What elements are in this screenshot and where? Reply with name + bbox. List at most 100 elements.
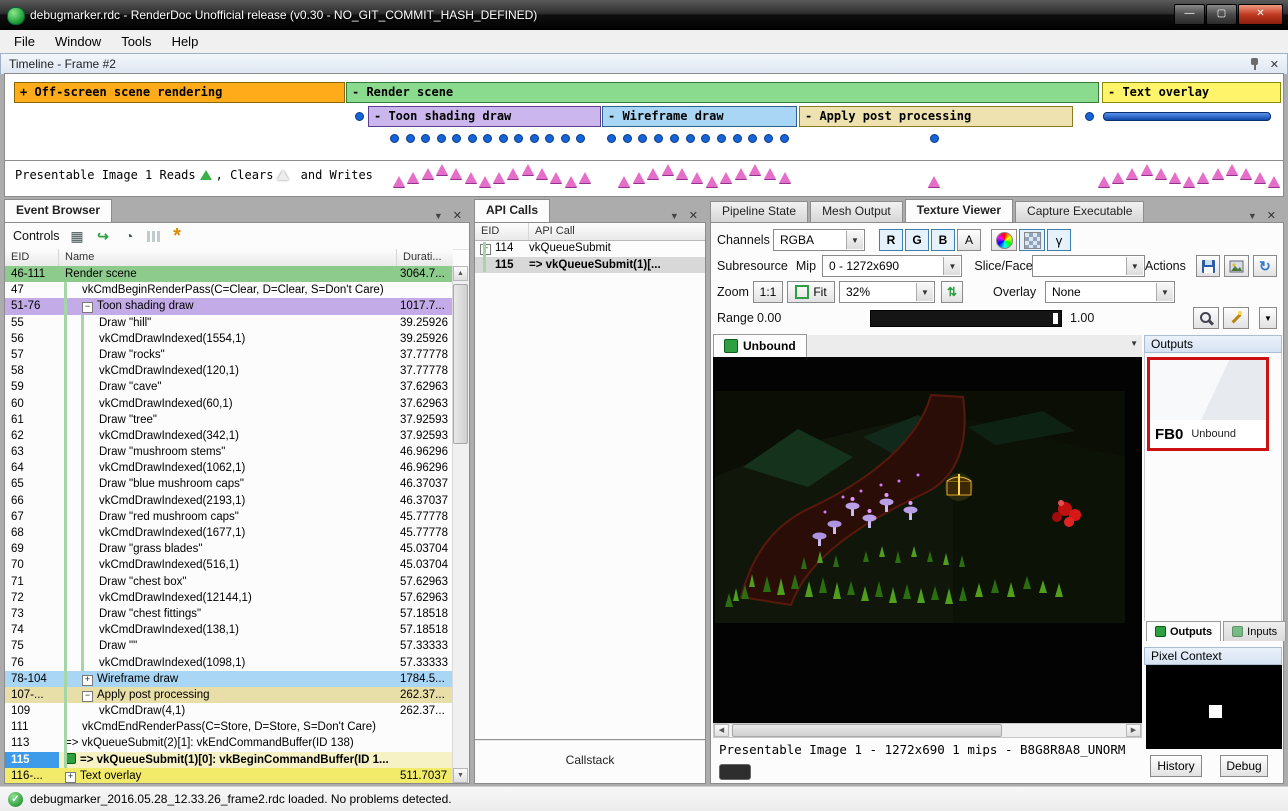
- dock-menu-icon[interactable]: ▼: [1248, 211, 1257, 221]
- draw-call-dot[interactable]: [930, 134, 939, 143]
- close-icon[interactable]: ✕: [1270, 58, 1279, 71]
- draw-call-dot[interactable]: [545, 134, 554, 143]
- column-eid[interactable]: EID: [475, 223, 529, 240]
- draw-call-dot[interactable]: [1085, 112, 1094, 121]
- event-row[interactable]: 76vkCmdDrawIndexed(1098,1)57.33333: [5, 655, 453, 671]
- event-row[interactable]: 113=> vkQueueSubmit(2)[1]: vkEndCommandB…: [5, 735, 453, 751]
- tab-unbound-texture[interactable]: Unbound: [713, 334, 807, 357]
- api-calls-column-headers[interactable]: EID API Call: [475, 223, 705, 241]
- timeline-subpass-bar[interactable]: - Wireframe draw: [602, 106, 797, 127]
- draw-call-dot[interactable]: [701, 134, 710, 143]
- timeline-header[interactable]: Timeline - Frame #2 ✕: [0, 53, 1288, 75]
- event-row[interactable]: 62vkCmdDrawIndexed(342,1)37.92593: [5, 428, 453, 444]
- event-row[interactable]: 107-...−Apply post processing262.37...: [5, 687, 453, 703]
- tab-outputs[interactable]: Outputs: [1146, 621, 1221, 641]
- event-row[interactable]: 51-76−Toon shading draw1017.7...: [5, 298, 453, 314]
- timeline-pass-bar[interactable]: + Off-screen scene rendering: [14, 82, 345, 103]
- event-row[interactable]: 78-104+Wireframe draw1784.5...: [5, 671, 453, 687]
- scroll-up-icon[interactable]: ▲: [453, 266, 468, 281]
- zoom-fit-button[interactable]: Fit: [787, 281, 835, 303]
- event-row[interactable]: 70vkCmdDrawIndexed(516,1)45.03704: [5, 557, 453, 573]
- event-row[interactable]: 60vkCmdDrawIndexed(60,1)37.62963: [5, 396, 453, 412]
- close-button[interactable]: ✕: [1238, 4, 1283, 25]
- menu-window[interactable]: Window: [45, 31, 111, 52]
- event-row[interactable]: 109vkCmdDraw(4,1)262.37...: [5, 703, 453, 719]
- column-duration[interactable]: Durati...: [397, 249, 453, 266]
- callstack-section[interactable]: Callstack: [475, 739, 705, 783]
- expander-icon[interactable]: −: [82, 302, 93, 313]
- texture-list-dropdown-icon[interactable]: ▼: [1130, 339, 1138, 348]
- draw-call-dot[interactable]: [733, 134, 742, 143]
- close-icon[interactable]: ✕: [453, 209, 462, 222]
- draw-call-dot[interactable]: [764, 134, 773, 143]
- event-row[interactable]: 73Draw "chest fittings"57.18518: [5, 606, 453, 622]
- menu-tools[interactable]: Tools: [111, 31, 161, 52]
- event-row[interactable]: 68vkCmdDrawIndexed(1677,1)45.77778: [5, 525, 453, 541]
- expander-icon[interactable]: −: [82, 691, 93, 702]
- draw-call-dot[interactable]: [468, 134, 477, 143]
- tab-event-browser[interactable]: Event Browser: [4, 199, 112, 222]
- draw-call-dot[interactable]: [514, 134, 523, 143]
- event-row[interactable]: 72vkCmdDrawIndexed(12144,1)57.62963: [5, 590, 453, 606]
- tab-pipeline-state[interactable]: Pipeline State: [710, 201, 808, 222]
- event-row[interactable]: 65Draw "blue mushroom caps"46.37037: [5, 476, 453, 492]
- draw-call-dot[interactable]: [607, 134, 616, 143]
- event-row[interactable]: 75Draw ""57.33333: [5, 638, 453, 654]
- background-color-swatch[interactable]: [719, 764, 751, 780]
- draw-call-dot[interactable]: [623, 134, 632, 143]
- slice-face-select[interactable]: ▼: [1032, 255, 1144, 277]
- blue-channel-button[interactable]: B: [931, 229, 955, 251]
- tab-mesh-output[interactable]: Mesh Output: [810, 201, 903, 222]
- overlay-select[interactable]: None ▼: [1045, 281, 1175, 303]
- save-texture-button[interactable]: [1196, 255, 1220, 277]
- draw-call-dot[interactable]: [406, 134, 415, 143]
- expander-icon[interactable]: +: [65, 772, 76, 783]
- event-row[interactable]: 115=> vkQueueSubmit(1)[0]: vkBeginComman…: [5, 752, 453, 768]
- column-name[interactable]: Name: [59, 249, 397, 266]
- red-channel-button[interactable]: R: [879, 229, 903, 251]
- jump-to-event-icon[interactable]: ↪: [95, 228, 112, 245]
- column-api-call[interactable]: API Call: [529, 223, 705, 240]
- timeline-subpass-bar[interactable]: - Toon shading draw: [368, 106, 601, 127]
- flip-y-button[interactable]: ⇅: [941, 281, 963, 303]
- event-row[interactable]: 69Draw "grass blades"45.03704: [5, 541, 453, 557]
- zoom-range-button[interactable]: [1193, 307, 1219, 329]
- refresh-button[interactable]: ↻: [1253, 255, 1277, 277]
- draw-call-dot[interactable]: [355, 112, 364, 121]
- timeline-pass-bar[interactable]: - Text overlay: [1102, 82, 1281, 103]
- close-icon[interactable]: ✕: [1267, 209, 1276, 222]
- draw-call-dot[interactable]: [717, 134, 726, 143]
- timeline-content[interactable]: + Off-screen scene rendering- Render sce…: [4, 73, 1284, 197]
- color-wheel-button[interactable]: [991, 229, 1017, 251]
- timeline-pass-bar[interactable]: - Render scene: [346, 82, 1099, 103]
- api-call-row[interactable]: 115=> vkQueueSubmit(1)[...: [475, 257, 705, 274]
- draw-call-dot[interactable]: [780, 134, 789, 143]
- open-texture-list-button[interactable]: [1224, 255, 1248, 277]
- event-browser-column-headers[interactable]: EID Name Durati...: [5, 249, 453, 267]
- close-icon[interactable]: ✕: [689, 209, 698, 222]
- history-button[interactable]: History: [1150, 755, 1202, 777]
- gamma-button[interactable]: γ: [1047, 229, 1071, 251]
- event-row[interactable]: 46-111Render scene3064.7...: [5, 266, 453, 282]
- event-row[interactable]: 66vkCmdDrawIndexed(2193,1)46.37037: [5, 493, 453, 509]
- expander-icon[interactable]: +: [82, 675, 93, 686]
- draw-call-dot[interactable]: [421, 134, 430, 143]
- scrollbar-thumb[interactable]: [732, 724, 1002, 737]
- scroll-down-icon[interactable]: ▼: [453, 768, 468, 783]
- draw-call-dot[interactable]: [576, 134, 585, 143]
- event-row[interactable]: 111vkCmdEndRenderPass(C=Store, D=Store, …: [5, 719, 453, 735]
- texture-horizontal-scrollbar[interactable]: ◀ ▶: [713, 723, 1142, 738]
- draw-call-dot[interactable]: [686, 134, 695, 143]
- event-row[interactable]: 55Draw "hill"39.25926: [5, 315, 453, 331]
- tab-capture-executable[interactable]: Capture Executable: [1015, 201, 1144, 222]
- filter-icon[interactable]: ▦: [69, 228, 86, 245]
- draw-call-dot[interactable]: [437, 134, 446, 143]
- draw-call-dot[interactable]: [654, 134, 663, 143]
- draw-call-dot[interactable]: [499, 134, 508, 143]
- range-slider[interactable]: [870, 310, 1062, 327]
- draw-call-dot[interactable]: [390, 134, 399, 143]
- event-row[interactable]: 67Draw "red mushroom caps"45.77778: [5, 509, 453, 525]
- zoom-1to1-button[interactable]: 1:1: [753, 281, 783, 303]
- event-row[interactable]: 58vkCmdDrawIndexed(120,1)37.77778: [5, 363, 453, 379]
- debug-button[interactable]: Debug: [1220, 755, 1268, 777]
